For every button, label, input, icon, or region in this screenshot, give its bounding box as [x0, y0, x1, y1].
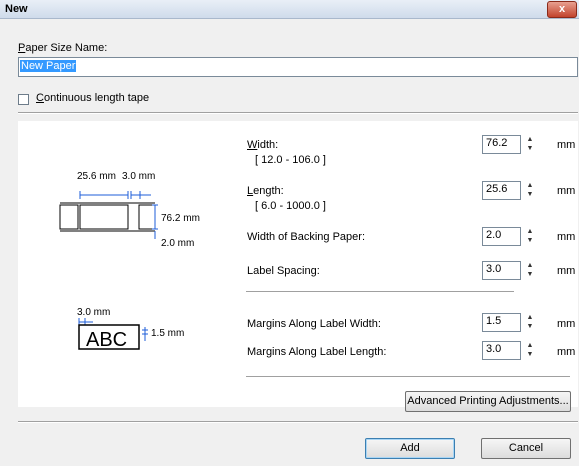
separator-top — [18, 112, 578, 114]
width-up-icon[interactable]: ▲ — [523, 136, 537, 144]
dim-3-0-text: 3.0 mm — [122, 171, 155, 182]
advanced-printing-button[interactable]: Advanced Printing Adjustments... — [405, 391, 571, 412]
dim-25-6-text: 25.6 mm — [77, 171, 116, 182]
continuous-tape-label[interactable]: Continuous length tape — [36, 92, 149, 104]
separator-bottom — [18, 421, 578, 423]
backing-up-icon[interactable]: ▲ — [523, 228, 537, 236]
paper-size-name-input[interactable]: New Paper — [18, 57, 578, 77]
backing-unit: mm — [557, 231, 576, 243]
add-button[interactable]: Add — [365, 438, 455, 459]
length-up-icon[interactable]: ▲ — [523, 182, 537, 190]
margin-length-unit: mm — [557, 346, 576, 358]
margin-width-unit: mm — [557, 318, 576, 330]
margin-length-down-icon[interactable]: ▼ — [523, 351, 537, 359]
margin-width-label: Margins Along Label Width: — [247, 318, 381, 330]
label-shape-left — [59, 204, 79, 230]
spacing-unit: mm — [557, 265, 576, 277]
label-shape-right — [138, 204, 156, 230]
length-range: [ 6.0 - 1000.0 ] — [255, 200, 326, 212]
spacing-down-icon[interactable]: ▼ — [523, 271, 537, 279]
sample-text: ABC — [86, 329, 127, 351]
spacing-label: Label Spacing: — [247, 265, 320, 277]
cancel-button[interactable]: Cancel — [481, 438, 571, 459]
close-icon: x — [558, 3, 566, 15]
margin-3-0-text: 3.0 mm — [77, 307, 110, 318]
label-diagram: 25.6 mm 3.0 mm 76.2 mm 2.0 mm 3.0 mm ABC… — [59, 171, 200, 351]
separator-mid — [246, 291, 514, 293]
margin-1-5-text: 1.5 mm — [151, 328, 184, 339]
length-input[interactable]: 25.6 — [482, 181, 521, 200]
title-bar: New x — [0, 0, 579, 19]
window-title: New — [5, 3, 28, 15]
close-button[interactable]: x — [547, 1, 577, 18]
width-input[interactable]: 76.2 — [482, 135, 521, 154]
paper-size-name-label: Paper Size Name: — [18, 42, 108, 54]
spacing-up-icon[interactable]: ▲ — [523, 262, 537, 270]
margin-length-up-icon[interactable]: ▲ — [523, 342, 537, 350]
width-range: [ 12.0 - 106.0 ] — [255, 154, 326, 166]
margin-width-input[interactable]: 1.5 — [482, 313, 521, 332]
length-down-icon[interactable]: ▼ — [523, 191, 537, 199]
dim-76-2-text: 76.2 mm — [161, 213, 200, 224]
width-label: Width: — [247, 139, 279, 151]
label-shape-main — [79, 204, 129, 230]
margin-length-label: Margins Along Label Length: — [247, 346, 387, 358]
width-unit: mm — [557, 139, 576, 151]
spacing-input[interactable]: 3.0 — [482, 261, 521, 280]
margin-width-down-icon[interactable]: ▼ — [523, 323, 537, 331]
length-unit: mm — [557, 185, 576, 197]
backing-label: Width of Backing Paper: — [247, 231, 366, 243]
margin-length-input[interactable]: 3.0 — [482, 341, 521, 360]
width-down-icon[interactable]: ▼ — [523, 145, 537, 153]
margin-width-up-icon[interactable]: ▲ — [523, 314, 537, 322]
length-label: Length: — [247, 185, 284, 197]
backing-down-icon[interactable]: ▼ — [523, 237, 537, 245]
new-paper-dialog: New x Paper Size Name: New Paper Continu… — [0, 0, 579, 466]
continuous-tape-checkbox[interactable] — [18, 94, 29, 105]
backing-input[interactable]: 2.0 — [482, 227, 521, 246]
paper-size-name-value: New Paper — [20, 60, 77, 72]
dim-2-0-text: 2.0 mm — [161, 238, 194, 249]
separator-lower — [246, 376, 570, 378]
